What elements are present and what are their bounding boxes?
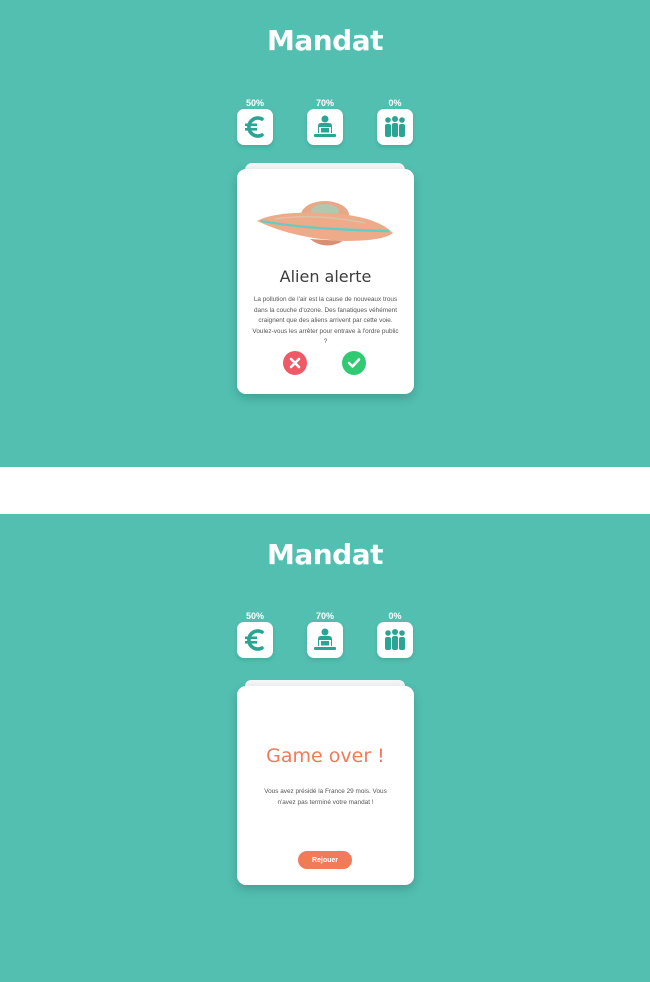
stat-popularity-percent: 70% <box>315 611 334 621</box>
event-card[interactable]: Alien alerte La pollution de l'air est l… <box>237 169 414 394</box>
stat-economy: 50% <box>236 97 274 145</box>
stat-people: 0% <box>376 610 414 658</box>
reject-button[interactable] <box>283 351 307 375</box>
stat-popularity: 70% <box>306 97 344 145</box>
stat-people-percent: 0% <box>388 611 402 621</box>
game-over-message: Vous avez présidé la France 29 mois. Vou… <box>264 788 387 806</box>
stat-people-percent: 0% <box>388 98 402 108</box>
podium-speaker-icon <box>307 109 343 145</box>
check-icon <box>347 358 361 368</box>
app-logo: Mandat <box>266 24 384 57</box>
card-title: Alien alerte <box>279 267 372 286</box>
people-icon <box>377 622 413 658</box>
game-over-title: Game over ! <box>266 745 385 767</box>
stat-economy-percent: 50% <box>245 611 264 621</box>
flying-saucer-image <box>257 201 393 246</box>
game-screen-game-over: Mandat 50% 70% 0% Game over ! Vous avez … <box>0 514 650 982</box>
euro-icon <box>237 622 273 658</box>
stat-popularity-percent: 70% <box>315 98 334 108</box>
replay-button[interactable]: Rejouer <box>298 851 352 869</box>
stat-people: 0% <box>376 97 414 145</box>
accept-button[interactable] <box>342 351 366 375</box>
game-over-card: Game over ! Vous avez présidé la France … <box>237 686 414 885</box>
cross-icon <box>289 357 301 369</box>
people-icon <box>377 109 413 145</box>
stat-economy: 50% <box>236 610 274 658</box>
app-logo: Mandat <box>266 538 384 571</box>
podium-speaker-icon <box>307 622 343 658</box>
euro-icon <box>237 109 273 145</box>
stat-economy-percent: 50% <box>245 98 264 108</box>
card-description: La pollution de l'air est la cause de no… <box>252 296 399 345</box>
stat-popularity: 70% <box>306 610 344 658</box>
game-screen-event: Mandat 50% 70% 0% Alien alerte La pollut… <box>0 0 650 467</box>
